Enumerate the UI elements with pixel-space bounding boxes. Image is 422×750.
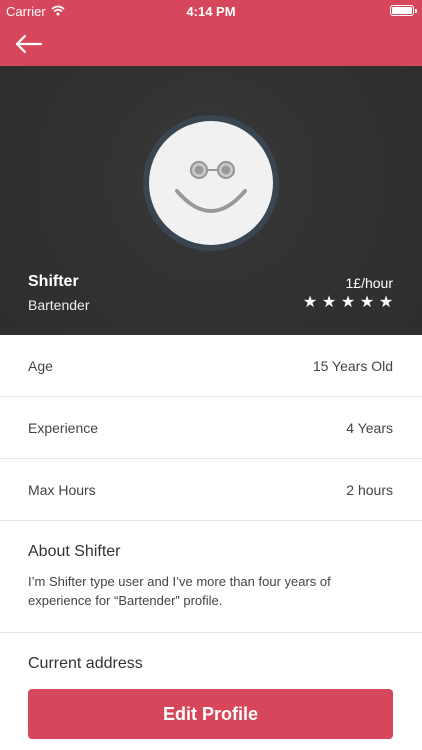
nav-bar xyxy=(0,22,422,66)
star-icon: ★ xyxy=(340,294,356,311)
address-title: Current address xyxy=(28,655,143,672)
star-icon: ★ xyxy=(321,294,337,311)
profile-role: Bartender xyxy=(28,297,90,313)
back-arrow-icon[interactable] xyxy=(14,30,48,58)
max-hours-value: 2 hours xyxy=(346,482,393,498)
experience-label: Experience xyxy=(28,420,99,436)
edit-profile-button[interactable]: Edit Profile xyxy=(28,689,393,739)
avatar xyxy=(143,115,279,251)
profile-header: Shifter Bartender 1£/hour ★ ★ ★ ★ ★ xyxy=(0,66,422,335)
experience-row: Experience 4 Years xyxy=(0,397,422,459)
profile-name: Shifter xyxy=(28,273,79,290)
max-hours-row: Max Hours 2 hours xyxy=(0,459,422,521)
status-bar: Carrier 4:14 PM xyxy=(0,0,422,22)
status-time: 4:14 PM xyxy=(186,4,236,19)
max-hours-label: Max Hours xyxy=(28,482,96,498)
profile-rate: 1£/hour xyxy=(345,275,393,291)
about-text: I’m Shifter type user and I’ve more than… xyxy=(28,574,331,608)
smiley-avatar-icon xyxy=(149,121,273,245)
star-icon: ★ xyxy=(302,294,318,311)
star-icon: ★ xyxy=(359,294,375,311)
about-section: About Shifter I’m Shifter type user and … xyxy=(0,521,422,633)
age-row: Age 15 Years Old xyxy=(0,335,422,397)
battery-icon xyxy=(390,5,417,16)
experience-value: 4 Years xyxy=(346,420,393,436)
rating-stars: ★ ★ ★ ★ ★ xyxy=(302,294,394,312)
age-value: 15 Years Old xyxy=(312,358,393,374)
star-icon: ★ xyxy=(378,294,394,311)
about-title: About Shifter xyxy=(28,543,121,560)
age-label: Age xyxy=(28,358,53,374)
